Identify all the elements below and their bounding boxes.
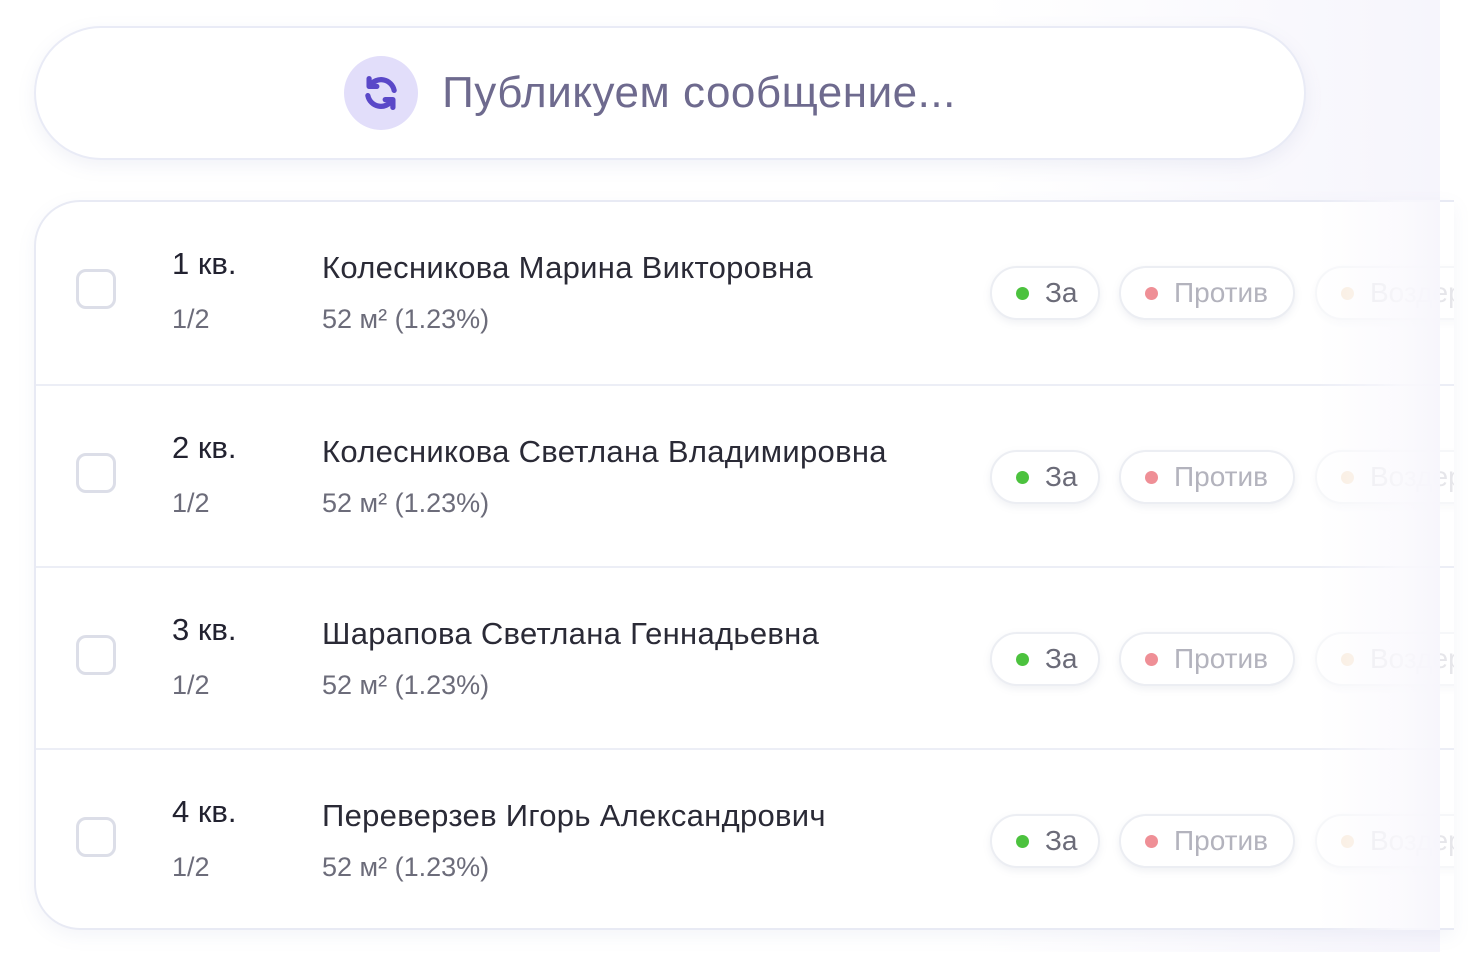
row-checkbox[interactable] [76,817,116,857]
owner-name: Колесникова Марина Викторовна [322,250,813,285]
ownership-share: 1/2 [172,852,210,882]
owner-area: 52 м² (1.23%) [322,488,490,518]
vote-for-button[interactable]: За [990,450,1100,504]
sync-icon [344,56,419,130]
banner-status-text: Публикуем сообщение... [442,68,956,117]
vote-abstain-label: Воздержался [1370,643,1454,674]
ownership-share: 1/2 [172,304,210,334]
orange-dot-icon [1341,470,1354,484]
vote-abstain-button[interactable]: Воздержался [1315,814,1454,868]
apartment-number: 4 кв. [172,794,237,829]
owner-area: 52 м² (1.23%) [322,670,490,700]
vote-for-button[interactable]: За [990,814,1100,868]
vote-for-label: За [1045,825,1078,856]
vote-against-button[interactable]: Против [1119,450,1295,504]
vote-for-label: За [1045,277,1078,308]
owner-name: Колесникова Светлана Владимировна [322,434,887,469]
vote-against-button[interactable]: Против [1119,814,1295,868]
vote-for-button[interactable]: За [990,266,1100,320]
row-checkbox[interactable] [76,269,116,309]
orange-dot-icon [1341,652,1354,666]
vote-abstain-label: Воздержался [1370,825,1454,856]
row-checkbox[interactable] [76,635,116,675]
publishing-status-banner: Публикуем сообщение... [34,26,1306,160]
apartment-number: 3 кв. [172,612,237,647]
red-dot-icon [1145,286,1158,300]
ownership-share: 1/2 [172,670,210,700]
orange-dot-icon [1341,286,1354,300]
owner-name: Шарапова Светлана Геннадьевна [322,616,820,651]
vote-abstain-label: Воздержался [1370,277,1454,308]
owner-area: 52 м² (1.23%) [322,304,490,334]
vote-abstain-button[interactable]: Воздержался [1315,632,1454,686]
green-dot-icon [1016,652,1029,666]
owner-row: 2 кв. 1/2 Колесникова Светлана Владимиро… [36,384,1454,566]
owners-list: 1 кв. 1/2 Колесникова Марина Викторовна … [34,200,1454,930]
vote-abstain-button[interactable]: Воздержался [1315,266,1454,320]
red-dot-icon [1145,834,1158,848]
orange-dot-icon [1341,834,1354,848]
owner-area: 52 м² (1.23%) [322,852,490,882]
owner-row: 1 кв. 1/2 Колесникова Марина Викторовна … [36,202,1454,384]
vote-against-label: Против [1174,277,1268,308]
owner-row: 3 кв. 1/2 Шарапова Светлана Геннадьевна … [36,566,1454,748]
vote-against-label: Против [1174,643,1268,674]
vote-against-button[interactable]: Против [1119,266,1295,320]
vote-abstain-label: Воздержался [1370,461,1454,492]
banner-content: Публикуем сообщение... [344,56,956,130]
vote-for-button[interactable]: За [990,632,1100,686]
red-dot-icon [1145,652,1158,666]
apartment-number: 2 кв. [172,430,237,465]
vote-abstain-button[interactable]: Воздержался [1315,450,1454,504]
green-dot-icon [1016,286,1029,300]
vote-against-label: Против [1174,825,1268,856]
row-checkbox[interactable] [76,453,116,493]
red-dot-icon [1145,470,1158,484]
vote-against-button[interactable]: Против [1119,632,1295,686]
owner-row: 4 кв. 1/2 Переверзев Игорь Александрович… [36,748,1454,928]
vote-against-label: Против [1174,461,1268,492]
owner-name: Переверзев Игорь Александрович [322,798,826,833]
green-dot-icon [1016,470,1029,484]
ownership-share: 1/2 [172,488,210,518]
apartment-number: 1 кв. [172,246,237,281]
vote-for-label: За [1045,643,1078,674]
green-dot-icon [1016,834,1029,848]
vote-for-label: За [1045,461,1078,492]
